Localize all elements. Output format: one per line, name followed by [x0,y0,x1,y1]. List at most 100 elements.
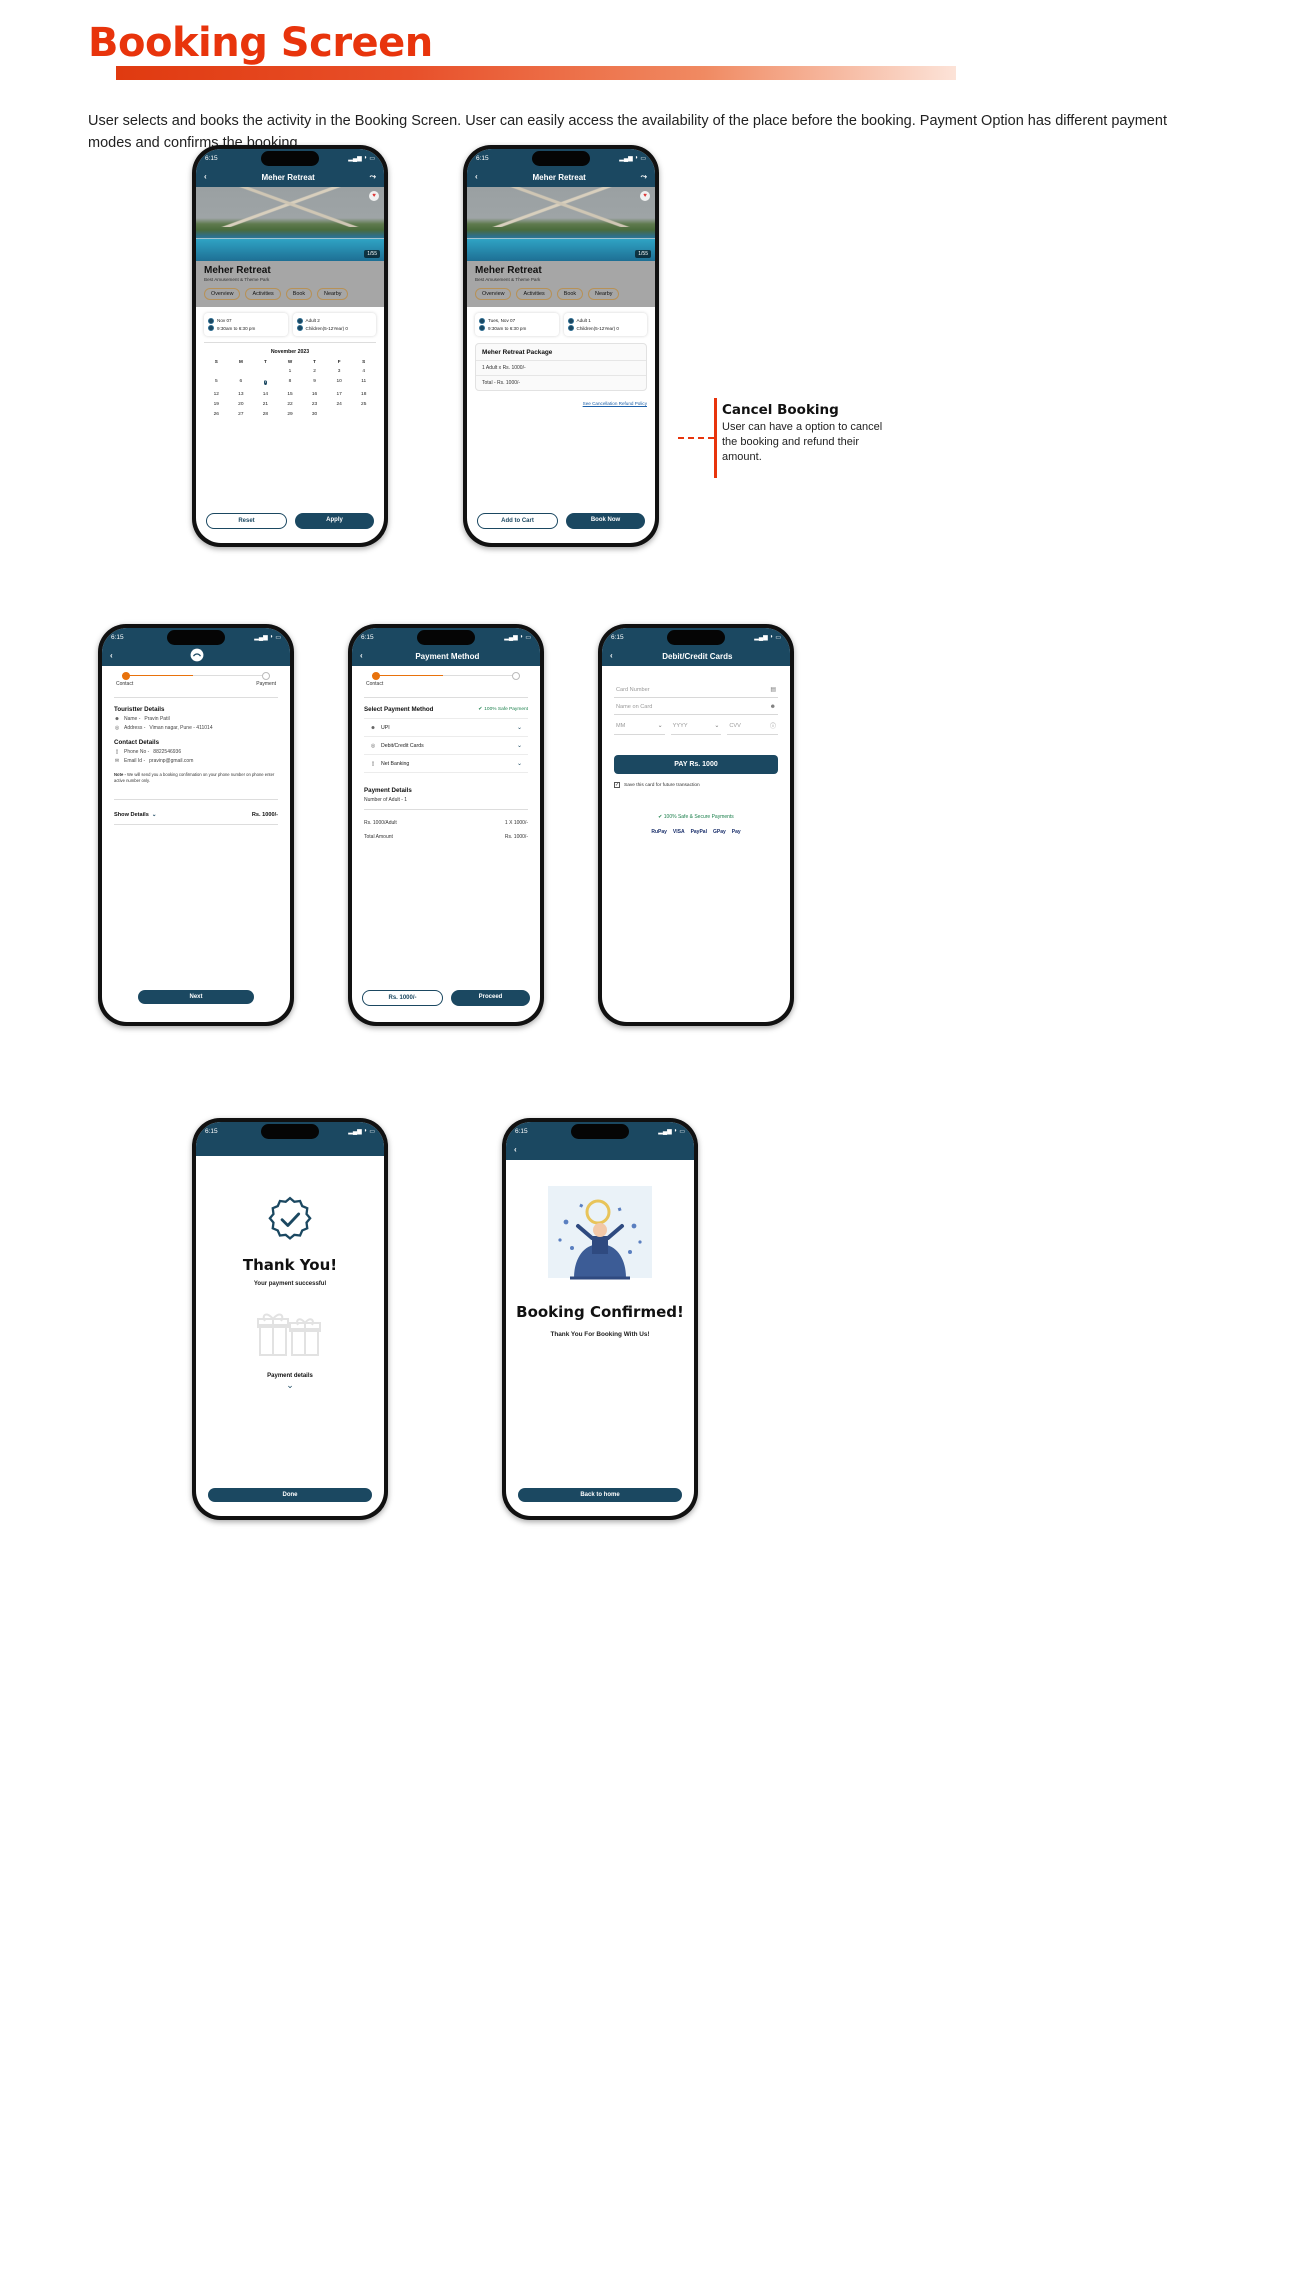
mail-icon: ✉ [114,758,120,764]
book-now-button[interactable]: Book Now [566,513,645,529]
phone-payment-method: 6:15 ▂▄▆ ◗ ▭ ‹ Payment Method Contact Se… [348,624,544,1026]
calendar-day[interactable]: 25 [351,402,376,407]
calendar-day[interactable]: 9 [302,379,327,387]
chevron-down-icon[interactable]: ⌄ [658,722,663,729]
date-time-chip[interactable]: Nov 07 9:30am to 6:30 pm [204,313,288,336]
status-bar: 6:15 ▂▄▆ ◗ ▭ [467,149,655,167]
tab-nearby[interactable]: Nearby [317,288,349,300]
pay-button[interactable]: PAY Rs. 1000 [614,755,778,774]
calendar-day[interactable]: 21 [253,402,278,407]
heart-icon[interactable]: ♥ [640,191,650,201]
calendar-day[interactable]: 29 [278,412,303,417]
done-button[interactable]: Done [208,1488,372,1502]
status-bar: 6:15 ▂▄▆ ◗ ▭ [506,1122,694,1140]
calendar-day[interactable]: 19 [204,402,229,407]
calendar-day[interactable]: 1 [278,369,303,374]
apply-button[interactable]: Apply [295,513,374,529]
payment-option-cards[interactable]: ◎ Debit/Credit Cards ⌄ [364,737,528,755]
calendar-day[interactable]: 28 [253,412,278,417]
reset-button[interactable]: Reset [206,513,287,529]
stepper-dot-contact [372,671,380,680]
calendar-day-selected[interactable]: 7 [264,379,267,385]
secure-payments-line: ✔ 100% Safe & Secure Payments [614,814,778,820]
checkbox-icon[interactable]: ✓ [614,782,620,788]
calendar-day[interactable]: 17 [327,392,352,397]
share-icon[interactable]: ⤳ [641,173,647,181]
expiry-month-field[interactable]: MM ⌄ [614,715,665,735]
calendar-day[interactable]: 30 [302,412,327,417]
payment-details-label[interactable]: Payment details [267,1373,313,1379]
calendar-day[interactable]: 7 [253,379,278,387]
date-time-chip[interactable]: Tues, Nov 07 9:30am to 6:30 pm [475,313,559,336]
amount-button[interactable]: Rs. 1000/- [362,990,443,1006]
calendar-day[interactable]: 2 [302,369,327,374]
show-details-row[interactable]: Show Details ⌄ Rs. 1000/- [114,806,278,824]
calendar-day[interactable]: 5 [204,379,229,387]
battery-icon: ▭ [369,1128,375,1135]
share-icon[interactable]: ⤳ [370,173,376,181]
wifi-icon: ◗ [269,634,274,640]
calendar-day[interactable]: 15 [278,392,303,397]
place-name: Meher Retreat [475,265,542,276]
calendar-day[interactable]: 20 [229,402,254,407]
payment-option-netbanking[interactable]: ▯ Net Banking ⌄ [364,755,528,773]
calendar-grid[interactable]: SMTWTFS 1 2 3 4 5 6 7 8 9 10 11 12 13 14 15 16 17 18 19 20 2… [204,359,376,417]
calendar-day[interactable]: 3 [327,369,352,374]
thank-you-subtitle: Your payment successful [253,1281,327,1287]
name-on-card-field[interactable]: Name on Card ☻ [614,698,778,715]
screen-card-form: 6:15 ▂▄▆ ◗ ▭ ‹ Debit/Credit Cards Card N… [602,628,790,1022]
expiry-year-field[interactable]: YYYY ⌄ [670,715,722,735]
calendar-day[interactable]: 6 [229,379,254,387]
back-to-home-button[interactable]: Back to home [518,1488,682,1502]
tab-overview[interactable]: Overview [475,288,512,300]
info-icon[interactable]: ⓘ [770,721,776,730]
chevron-down-icon[interactable]: ⌄ [517,742,522,749]
calendar-day[interactable]: 13 [229,392,254,397]
add-to-cart-button[interactable]: Add to Cart [477,513,558,529]
tab-book[interactable]: Book [556,288,584,300]
status-bar: 6:15 ▂▄▆ ◗ ▭ [196,149,384,167]
chevron-down-icon[interactable]: ⌄ [517,760,522,767]
calendar-day[interactable]: 10 [327,379,352,387]
chevron-down-icon[interactable]: ⌄ [152,812,157,818]
calendar-day[interactable]: 14 [253,392,278,397]
next-button[interactable]: Next [138,990,254,1004]
calendar-day[interactable]: 4 [351,369,376,374]
calendar-day[interactable]: 24 [327,402,352,407]
calendar-day[interactable]: 18 [351,392,376,397]
calendar-day[interactable]: 11 [351,379,376,387]
card-number-field[interactable]: Card Number ▤ [614,680,778,698]
calendar-day[interactable]: 22 [278,402,303,407]
tab-overview[interactable]: Overview [204,288,241,300]
status-icons: ▂▄▆ ◗ ▭ [348,155,375,162]
chevron-down-icon[interactable]: ⌄ [286,1380,294,1391]
place-info: Meher Retreat Best Amusement & Theme Par… [467,261,655,307]
chevron-down-icon[interactable]: ⌄ [714,722,719,729]
signal-icon: ▂▄▆ [754,634,768,641]
payment-option-upi[interactable]: ☻ UPI ⌄ [364,719,528,737]
calendar-day[interactable]: 16 [302,392,327,397]
heart-icon[interactable]: ♥ [369,191,379,201]
calendar-day[interactable]: 23 [302,402,327,407]
nav-bar: ‹ Debit/Credit Cards [602,646,790,666]
calendar-day[interactable]: 26 [204,412,229,417]
chip-children: Children(5-12Year) 0 [305,325,348,331]
thank-you-title: Thank You! [242,1256,338,1274]
cancellation-refund-link[interactable]: See Cancellation Refund Policy [475,401,647,406]
tab-activities[interactable]: Activities [245,288,281,300]
back-chevron-icon[interactable]: ‹ [514,1146,517,1154]
cvv-field[interactable]: CVV ⓘ [727,715,779,735]
guests-chip[interactable]: Adult 1 Children(5-12Year) 0 [563,313,647,336]
place-subtitle: Best Amusement & Theme Park [475,277,541,282]
calendar-day[interactable]: 12 [204,392,229,397]
proceed-button[interactable]: Proceed [451,990,530,1006]
note-text: We will send you a booking confirmation … [114,772,275,784]
tab-nearby[interactable]: Nearby [588,288,620,300]
tab-activities[interactable]: Activities [516,288,552,300]
save-card-row[interactable]: ✓ Save this card for future transaction [614,782,778,788]
tab-book[interactable]: Book [285,288,313,300]
calendar-day[interactable]: 8 [278,379,303,387]
chevron-down-icon[interactable]: ⌄ [517,724,522,731]
guests-chip[interactable]: Adult 2 Children(5-12Year) 0 [292,313,376,336]
calendar-day[interactable]: 27 [229,412,254,417]
